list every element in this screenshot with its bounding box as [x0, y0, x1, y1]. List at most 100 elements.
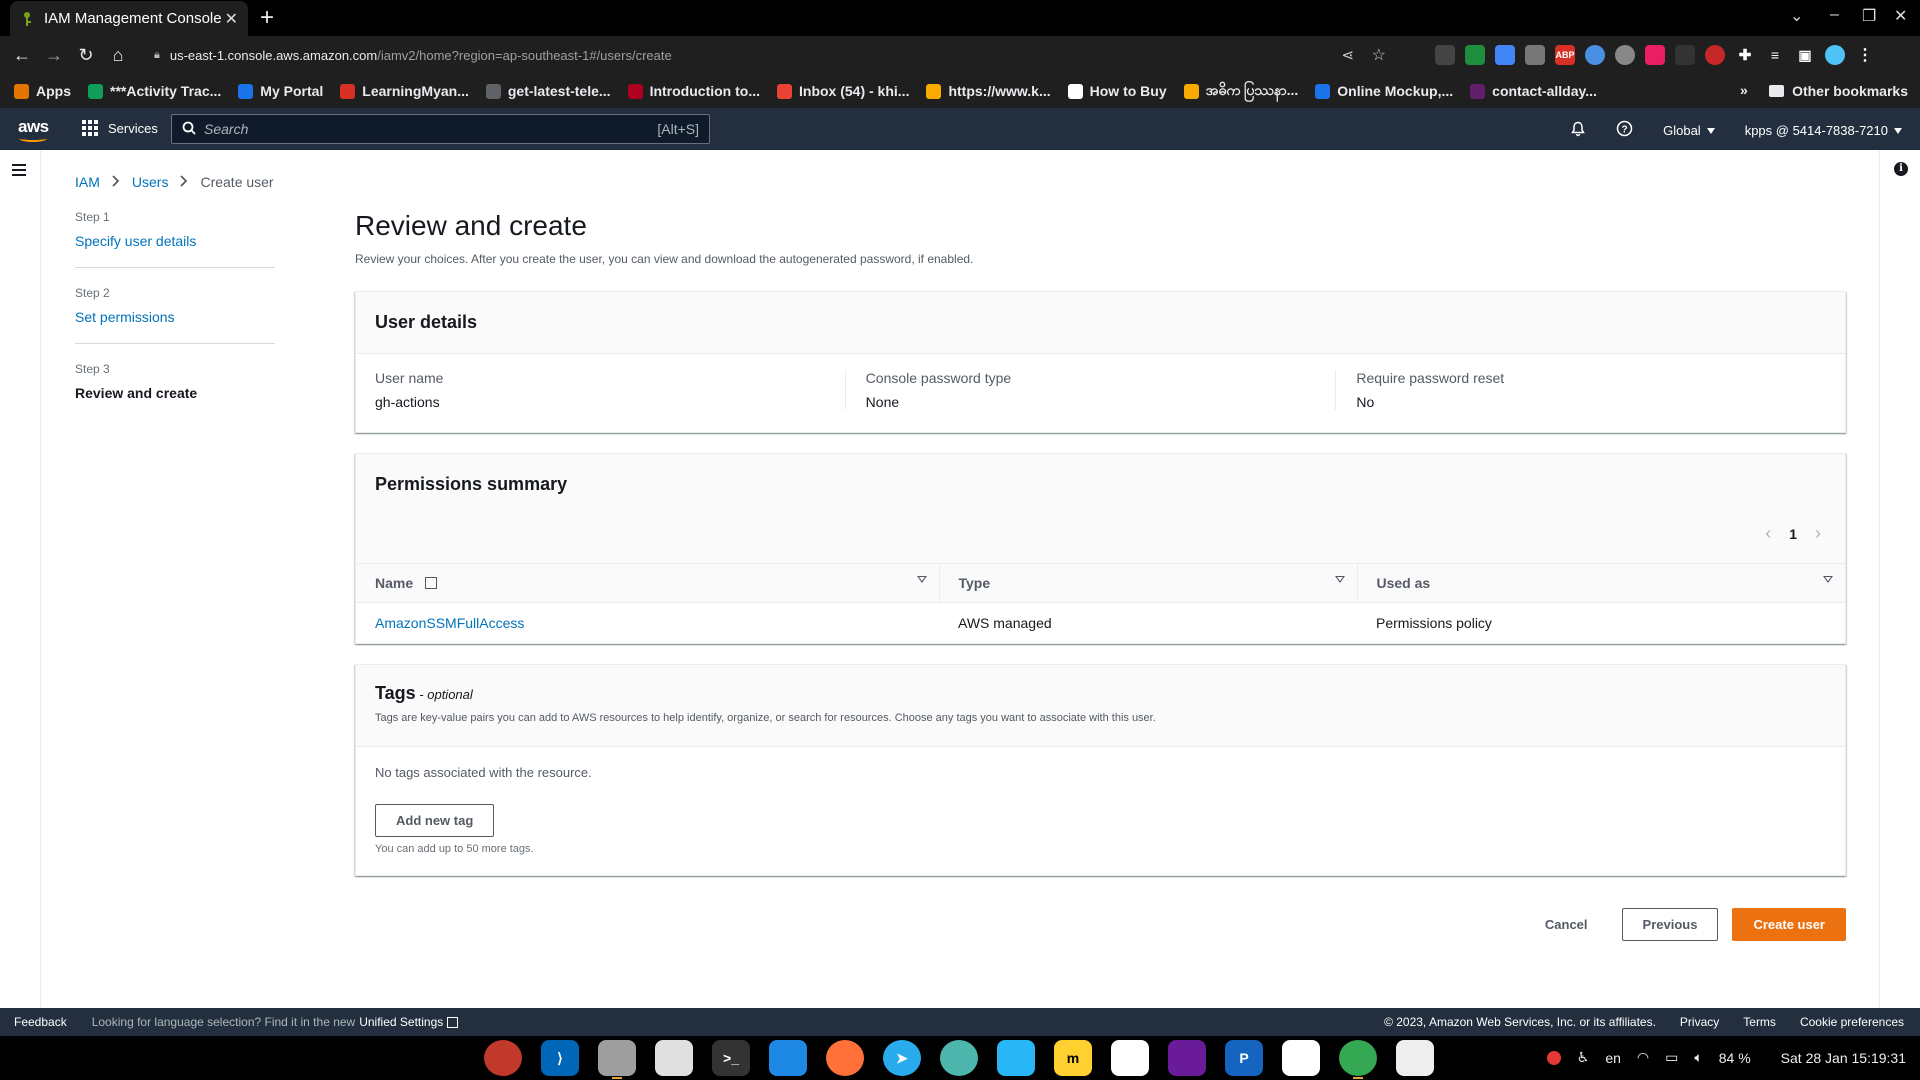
- book-icon[interactable]: [655, 1040, 693, 1076]
- cancel-button[interactable]: Cancel: [1525, 909, 1608, 940]
- bookmark-item[interactable]: get-latest-tele...: [485, 83, 611, 99]
- address-bar[interactable]: 🔒︎ us-east-1.console.aws.amazon.com/iamv…: [140, 40, 1410, 70]
- bookmark-item[interactable]: How to Buy: [1067, 83, 1167, 99]
- extension-icon[interactable]: [1585, 45, 1605, 65]
- new-tab-icon[interactable]: +: [260, 4, 274, 32]
- accessibility-icon[interactable]: ♿︎: [1577, 1049, 1590, 1066]
- back-icon[interactable]: ←: [10, 45, 34, 66]
- clickup-icon[interactable]: [1111, 1040, 1149, 1076]
- extension-icon[interactable]: [1465, 45, 1485, 65]
- bookmark-item[interactable]: ***Activity Trac...: [88, 83, 221, 99]
- create-user-button[interactable]: Create user: [1732, 908, 1846, 941]
- files-icon[interactable]: [598, 1040, 636, 1079]
- browser-tab[interactable]: IAM Management Console ✕: [10, 1, 248, 36]
- app-icon[interactable]: [997, 1040, 1035, 1076]
- sort-icon[interactable]: [1823, 576, 1833, 583]
- bookmark-item[interactable]: Introduction to...: [627, 83, 760, 99]
- extension-icon[interactable]: [1615, 45, 1635, 65]
- region-selector[interactable]: Global: [1663, 123, 1715, 138]
- bookmark-item[interactable]: Apps: [14, 83, 71, 99]
- other-bookmarks[interactable]: Other bookmarks: [1769, 83, 1908, 99]
- bookmark-item[interactable]: Online Mockup,...: [1315, 83, 1453, 99]
- terms-link[interactable]: Terms: [1743, 1015, 1776, 1029]
- step-link-set-permissions[interactable]: Set permissions: [75, 309, 275, 325]
- keyboard-language[interactable]: en: [1605, 1050, 1621, 1066]
- app-icon[interactable]: [484, 1040, 522, 1076]
- adblock-icon[interactable]: ABP: [1555, 45, 1575, 65]
- notifications-bell-icon[interactable]: [1570, 121, 1586, 140]
- sort-icon[interactable]: [916, 576, 927, 583]
- add-new-tag-button[interactable]: Add new tag: [375, 803, 495, 837]
- restore-icon[interactable]: ❐: [1862, 6, 1876, 26]
- previous-button[interactable]: Previous: [1621, 908, 1719, 941]
- tray-app-icon[interactable]: [1546, 1050, 1561, 1065]
- column-header-name[interactable]: Name: [356, 563, 939, 603]
- miro-icon[interactable]: m: [1054, 1040, 1092, 1076]
- battery-indicator[interactable]: 84 %: [1719, 1050, 1751, 1066]
- breadcrumb-users[interactable]: Users: [132, 174, 169, 190]
- bookmark-item[interactable]: Inbox (54) - khi...: [777, 83, 909, 99]
- volume-icon[interactable]: 🔈︎: [1694, 1049, 1702, 1066]
- extension-icon[interactable]: [1675, 45, 1695, 65]
- translate-icon[interactable]: [1495, 45, 1515, 65]
- close-window-icon[interactable]: ✕: [1894, 6, 1907, 26]
- chrome-icon[interactable]: [1339, 1040, 1377, 1079]
- step-link-specify-user-details[interactable]: Specify user details: [75, 233, 275, 249]
- bookmark-item[interactable]: https://www.k...: [926, 83, 1051, 99]
- bookmarks-overflow-icon[interactable]: »: [1740, 82, 1748, 98]
- minimize-icon[interactable]: –: [1830, 6, 1839, 24]
- aws-logo[interactable]: aws: [18, 117, 49, 142]
- aws-search-input[interactable]: Search [Alt+S]: [171, 114, 710, 144]
- reload-icon[interactable]: ↻: [74, 45, 98, 66]
- extension-icon[interactable]: [1645, 45, 1665, 65]
- home-icon[interactable]: ⌂: [106, 45, 130, 66]
- close-tab-icon[interactable]: ✕: [225, 9, 238, 29]
- reading-list-icon[interactable]: ≡: [1765, 45, 1785, 65]
- column-header-type[interactable]: Type: [938, 563, 1357, 603]
- account-menu[interactable]: kpps @ 5414-7838-7210: [1745, 123, 1902, 138]
- app-icon[interactable]: [940, 1040, 978, 1076]
- services-menu-button[interactable]: Services: [82, 120, 158, 136]
- side-panel-icon[interactable]: ▣: [1795, 45, 1815, 65]
- extension-icon[interactable]: [1705, 45, 1725, 65]
- obsidian-icon[interactable]: [1168, 1040, 1206, 1076]
- page-number[interactable]: 1: [1789, 526, 1797, 542]
- firefox-icon[interactable]: [826, 1040, 864, 1076]
- terminal-icon[interactable]: >_: [712, 1040, 750, 1076]
- policy-name-link[interactable]: AmazonSSMFullAccess: [356, 603, 939, 643]
- bookmark-item[interactable]: အဓိက ပြဿနာ...: [1183, 81, 1298, 102]
- profile-avatar[interactable]: [1825, 45, 1845, 65]
- sort-icon[interactable]: [1334, 576, 1345, 583]
- next-page-icon[interactable]: ›: [1815, 523, 1821, 544]
- puzzle-icon[interactable]: ✚: [1735, 45, 1755, 65]
- vpn-icon[interactable]: ▭: [1665, 1049, 1678, 1066]
- text-editor-icon[interactable]: [1396, 1040, 1434, 1076]
- app-icon[interactable]: [769, 1040, 807, 1076]
- tab-search-icon[interactable]: ⌄: [1790, 6, 1803, 26]
- bookmark-item[interactable]: My Portal: [238, 83, 323, 99]
- vscode-icon[interactable]: ⟩: [541, 1040, 579, 1076]
- slack-icon[interactable]: [1282, 1040, 1320, 1076]
- feedback-link[interactable]: Feedback: [14, 1015, 67, 1029]
- wifi-icon[interactable]: ◠: [1637, 1049, 1649, 1066]
- breadcrumb-iam[interactable]: IAM: [75, 174, 100, 190]
- telegram-icon[interactable]: ➤: [883, 1040, 921, 1076]
- share-icon[interactable]: ⋖: [1341, 46, 1354, 64]
- bookmark-item[interactable]: contact-allday...: [1470, 83, 1597, 99]
- privacy-link[interactable]: Privacy: [1680, 1015, 1719, 1029]
- hamburger-menu-icon[interactable]: [12, 164, 26, 179]
- previous-page-icon[interactable]: ‹: [1765, 523, 1771, 544]
- cookie-preferences-link[interactable]: Cookie preferences: [1800, 1015, 1904, 1029]
- extension-icon[interactable]: [1435, 45, 1455, 65]
- app-icon[interactable]: P: [1225, 1040, 1263, 1076]
- bookmark-item[interactable]: LearningMyan...: [340, 83, 469, 99]
- help-icon[interactable]: ?: [1616, 120, 1633, 140]
- column-header-used-as[interactable]: Used as: [1356, 563, 1845, 603]
- bookmark-star-icon[interactable]: ☆: [1372, 45, 1386, 65]
- extension-icon[interactable]: [1525, 45, 1545, 65]
- menu-kebab-icon[interactable]: ⋮: [1855, 45, 1875, 65]
- unified-settings-link[interactable]: Unified Settings: [359, 1015, 443, 1029]
- forward-icon[interactable]: →: [42, 45, 66, 66]
- clock[interactable]: Sat 28 Jan 15:19:31: [1781, 1050, 1906, 1066]
- info-icon[interactable]: i: [1894, 162, 1908, 176]
